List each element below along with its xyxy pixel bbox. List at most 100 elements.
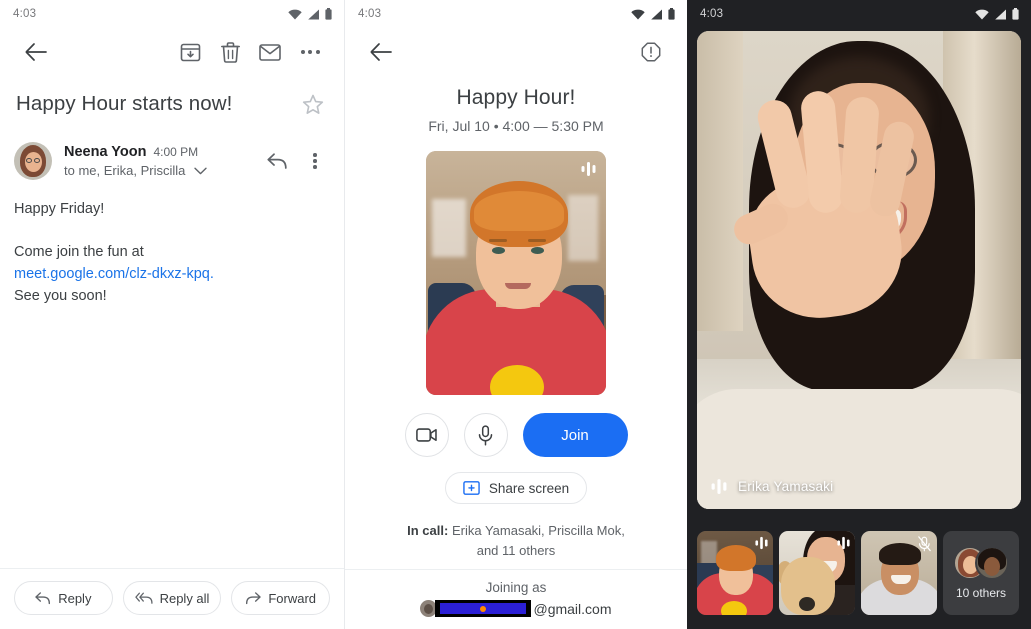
forward-button-label: Forward [268,590,317,606]
self-preview-wrapper [345,151,687,395]
mark-unread-button[interactable] [250,32,290,72]
avatar [975,546,1009,580]
status-icons [288,8,332,20]
account-row[interactable]: @gmail.com [345,600,687,617]
star-button[interactable] [300,92,330,122]
sender-row: Neena Yoon 4:00 PM to me, Erika, Priscil… [0,122,344,180]
in-call-names: Erika Yamasaki, Priscilla Mok, [451,523,625,538]
cellular-signal-icon [651,9,662,19]
joining-as-label: Joining as [485,580,547,595]
back-button[interactable] [16,32,56,72]
event-title: Happy Hour! [456,86,576,109]
chevron-down-icon[interactable] [194,167,208,175]
cellular-signal-icon [995,9,1006,19]
battery-icon [1012,8,1019,20]
event-datetime: Fri, Jul 10 • 4:00 — 5:30 PM [428,118,604,134]
in-call-more: and 11 others [476,543,556,558]
sender-name: Neena Yoon [64,144,147,160]
meet-link[interactable]: meet.google.com/clz-dkxz-kpq. [14,266,214,282]
cellular-signal-icon [308,9,319,19]
microphone-icon [478,424,493,445]
in-call-participants: In call: Erika Yamasaki, Priscilla Mok, … [345,521,687,561]
sender-actions [262,146,330,176]
reply-button[interactable]: Reply [14,581,113,615]
reply-all-button-label: Reply all [159,590,210,606]
more-options-button[interactable] [290,32,330,72]
join-button[interactable]: Join [522,413,628,457]
reply-icon [35,591,51,604]
share-screen-label: Share screen [488,480,570,496]
email-toolbar [0,28,344,76]
battery-icon [325,8,332,20]
overflow-dots-icon [300,50,320,54]
camera-toggle-button[interactable] [404,413,449,457]
others-avatars [953,546,1009,580]
wifi-icon [631,9,645,19]
battery-icon [668,8,675,20]
sender-timestamp: 4:00 PM [153,145,199,159]
reply-all-icon [134,592,153,604]
participant-thumbnail-2[interactable] [779,531,855,615]
participant-name: Erika Yamasaki [738,479,834,494]
share-screen-wrapper: Share screen [345,472,687,504]
active-speaker-label: Erika Yamasaki [711,478,833,495]
audio-level-icon [581,162,596,176]
prejoin-controls: Join [345,413,687,457]
reply-all-button[interactable]: Reply all [122,581,222,615]
email-footer-actions: Reply Reply all Forward [0,568,344,629]
meet-invite-pane: 4:03 Happy Hour! Fri, Jul 10 • 4:00 — 5:… [344,0,687,629]
reply-button-label: Reply [58,590,92,606]
sender-meta: Neena Yoon 4:00 PM to me, Erika, Priscil… [64,144,250,178]
present-screen-icon [463,481,480,495]
participant-thumbnail-strip: 10 others [697,531,1021,615]
participant-thumbnail-1[interactable] [697,531,773,615]
microphone-toggle-button[interactable] [463,413,508,457]
status-icons [631,8,675,20]
report-octagon-icon [641,42,661,62]
wifi-icon [975,9,989,19]
participant-thumbnail-3[interactable] [861,531,937,615]
back-button[interactable] [361,32,401,72]
avatar [14,142,52,180]
report-problem-button[interactable] [631,32,671,72]
forward-icon [246,591,262,604]
account-domain: @gmail.com [533,600,612,617]
status-time: 4:03 [13,8,37,20]
reply-icon [266,152,287,169]
archive-button[interactable] [170,32,210,72]
video-camera-icon [415,428,437,442]
others-count-label: 10 others [955,586,1007,600]
body-line-3: See you soon! [14,288,107,304]
message-more-button[interactable] [300,146,330,176]
share-screen-button[interactable]: Share screen [444,472,588,504]
body-line-1: Happy Friday! [14,201,105,217]
active-speaker-video[interactable]: Erika Yamasaki [697,31,1021,509]
redacted-email-bar [435,600,532,617]
in-call-prefix: In call: [407,523,449,538]
sender-line-secondary[interactable]: to me, Erika, Priscilla [64,163,250,178]
status-time: 4:03 [700,8,724,20]
forward-button[interactable]: Forward [231,581,331,615]
email-status-bar: 4:03 [0,0,344,28]
joining-as-footer[interactable]: Joining as @gmail.com [345,569,687,629]
audio-level-icon [711,479,727,494]
page-title: Happy Hour starts now! [16,92,233,115]
delete-button[interactable] [210,32,250,72]
status-icons [975,8,1019,20]
email-body: Happy Friday! Come join the fun at meet.… [0,180,344,307]
audio-level-icon [837,536,850,550]
sender-line-primary: Neena Yoon 4:00 PM [64,144,250,160]
email-pane: 4:03 Happy Hour starts now! Neena Yoon 4… [0,0,344,629]
self-video-preview[interactable] [426,151,606,395]
status-time: 4:03 [358,8,382,20]
three-pane-screenshot: 4:03 Happy Hour starts now! Neena Yoon 4… [0,0,1031,629]
video-call-pane: 4:03 Erika Yamasaki 10 others [687,0,1031,629]
body-line-2: Come join the fun at [14,244,144,260]
microphone-muted-icon [918,536,931,552]
event-title-block: Happy Hour! Fri, Jul 10 • 4:00 — 5:30 PM [345,86,687,134]
reply-icon-button[interactable] [262,146,292,176]
vertical-dots-icon [313,153,317,169]
participant-thumbnail-others[interactable]: 10 others [943,531,1019,615]
audio-level-icon [755,536,768,550]
